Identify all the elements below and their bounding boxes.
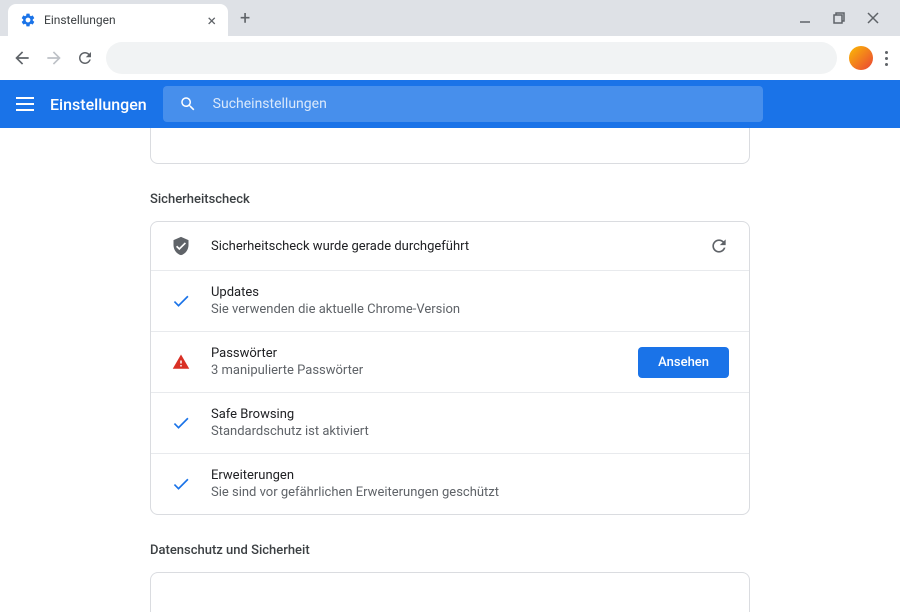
forward-button[interactable] xyxy=(44,48,64,68)
safety-check-card: Sicherheitscheck wurde gerade durchgefüh… xyxy=(150,221,750,515)
check-icon xyxy=(171,474,191,494)
close-window-icon[interactable] xyxy=(866,11,880,25)
tab-strip: Einstellungen × + xyxy=(0,0,900,36)
search-icon xyxy=(179,95,197,113)
extensions-row[interactable]: Erweiterungen Sie sind vor gefährlichen … xyxy=(151,454,749,514)
shield-icon xyxy=(171,236,191,256)
check-icon xyxy=(171,413,191,433)
warning-icon xyxy=(171,352,191,372)
row-subtitle: 3 manipulierte Passwörter xyxy=(211,363,618,378)
section-title-safety: Sicherheitscheck xyxy=(150,192,750,207)
browser-chrome: Einstellungen × + xyxy=(0,0,900,80)
browser-toolbar xyxy=(0,36,900,80)
settings-header: Einstellungen xyxy=(0,80,900,128)
row-subtitle: Standardschutz ist aktiviert xyxy=(211,424,729,439)
section-title-privacy: Datenschutz und Sicherheit xyxy=(150,543,750,558)
row-title: Passwörter xyxy=(211,346,618,361)
browser-tab[interactable]: Einstellungen × xyxy=(8,4,228,36)
safety-check-header-row: Sicherheitscheck wurde gerade durchgefüh… xyxy=(151,222,749,271)
row-title: Erweiterungen xyxy=(211,468,729,483)
rerun-safety-check-button[interactable] xyxy=(709,236,729,256)
row-title: Updates xyxy=(211,285,729,300)
row-title: Safe Browsing xyxy=(211,407,729,422)
row-subtitle: Sie verwenden die aktuelle Chrome-Versio… xyxy=(211,302,729,317)
row-subtitle: Sie sind vor gefährlichen Erweiterungen … xyxy=(211,485,729,500)
address-bar[interactable] xyxy=(106,42,837,74)
search-box[interactable] xyxy=(163,86,763,122)
updates-row[interactable]: Updates Sie verwenden die aktuelle Chrom… xyxy=(151,271,749,332)
gear-icon xyxy=(20,12,36,28)
profile-avatar[interactable] xyxy=(849,46,873,70)
browser-menu-button[interactable] xyxy=(885,51,888,66)
safety-check-status: Sicherheitscheck wurde gerade durchgefüh… xyxy=(211,239,689,254)
reload-button[interactable] xyxy=(76,49,94,67)
page-title: Einstellungen xyxy=(50,95,147,114)
window-controls xyxy=(798,11,892,25)
close-icon[interactable]: × xyxy=(207,11,216,30)
back-button[interactable] xyxy=(12,48,32,68)
view-passwords-button[interactable]: Ansehen xyxy=(638,347,729,378)
check-icon xyxy=(171,291,191,311)
passwords-row[interactable]: Passwörter 3 manipulierte Passwörter Ans… xyxy=(151,332,749,393)
minimize-icon[interactable] xyxy=(798,11,812,25)
tab-title: Einstellungen xyxy=(44,13,116,27)
safe-browsing-row[interactable]: Safe Browsing Standardschutz ist aktivie… xyxy=(151,393,749,454)
content-area: Sicherheitscheck Sicherheitscheck wurde … xyxy=(0,128,900,612)
new-tab-button[interactable]: + xyxy=(240,8,250,29)
privacy-card xyxy=(150,572,750,612)
previous-section-card xyxy=(150,128,750,164)
maximize-icon[interactable] xyxy=(832,11,846,25)
menu-icon[interactable] xyxy=(16,97,34,111)
search-input[interactable] xyxy=(213,96,747,112)
